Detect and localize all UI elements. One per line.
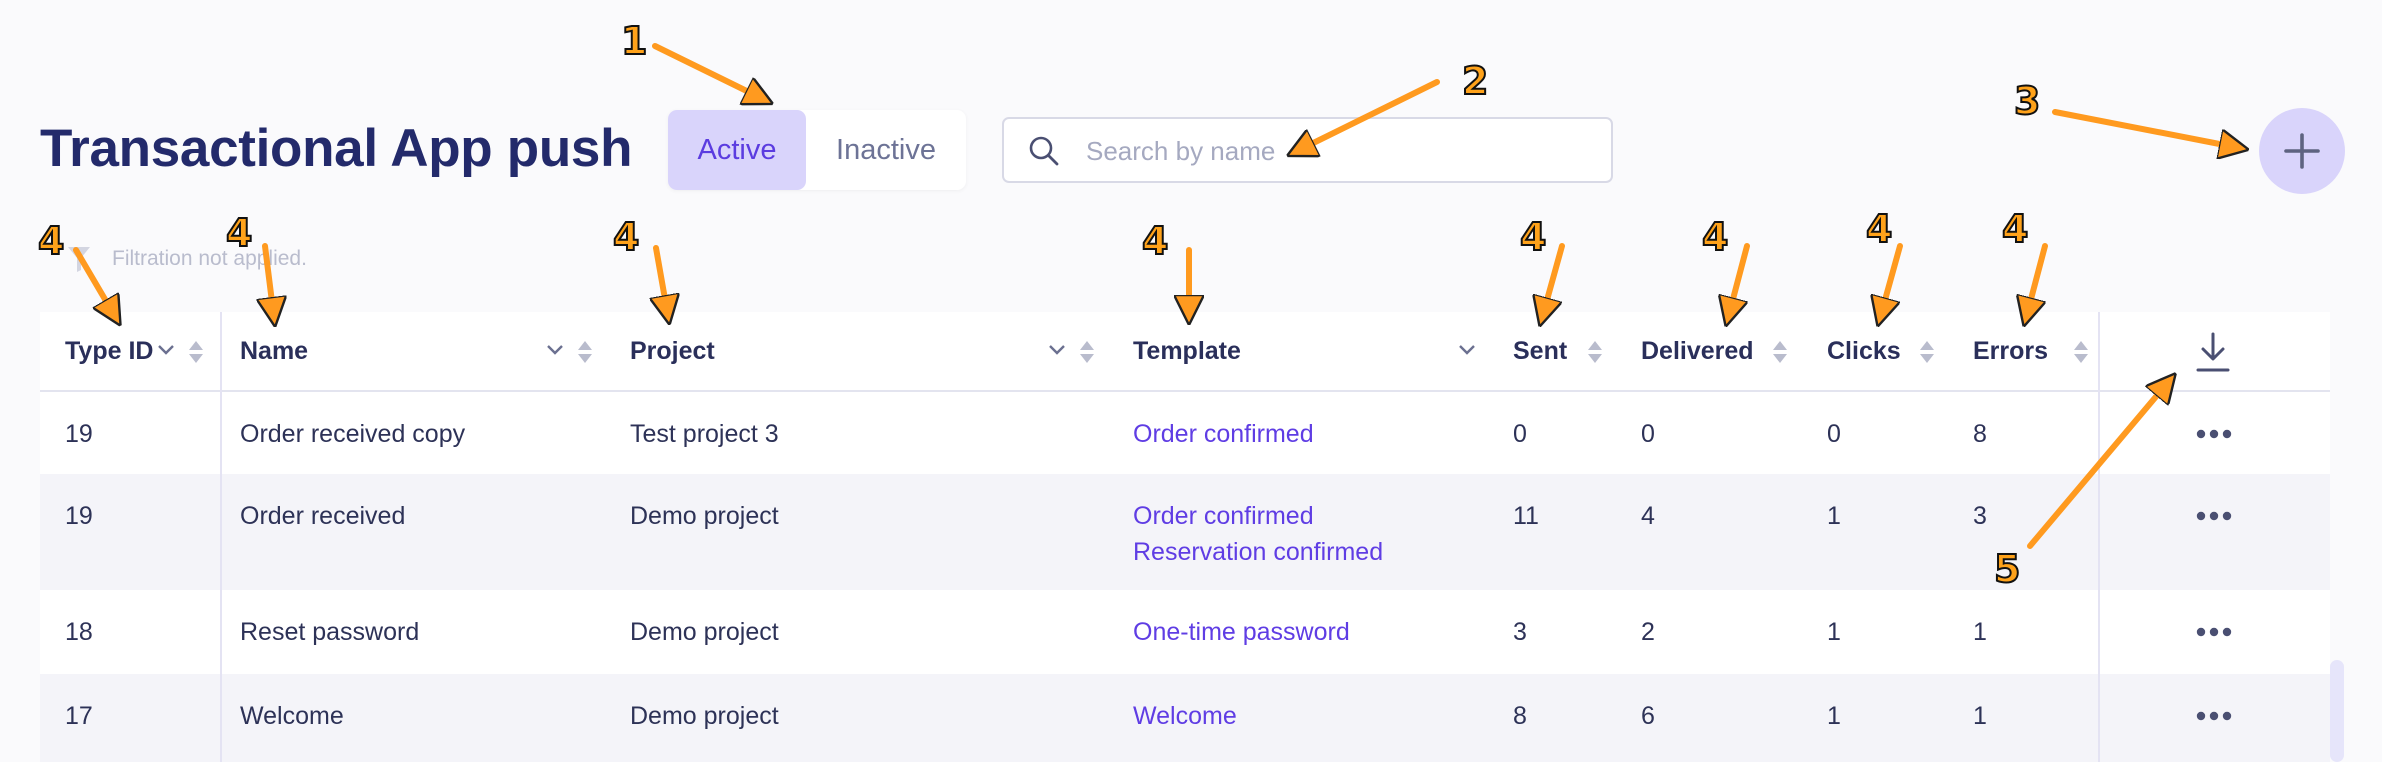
ellipsis-icon[interactable] xyxy=(2196,706,2232,726)
cell-sent: 0 xyxy=(1513,420,1527,448)
cell-project: Demo project xyxy=(630,702,779,730)
cell-name: Reset password xyxy=(240,618,420,646)
search-box xyxy=(1002,117,1613,183)
column-header-template[interactable]: Template xyxy=(1133,312,1241,390)
ellipsis-icon[interactable] xyxy=(2196,622,2232,642)
cell-delivered: 4 xyxy=(1641,502,1655,530)
column-label-errors: Errors xyxy=(1973,336,2049,365)
template-link[interactable]: One-time password xyxy=(1133,614,1350,650)
annotation-number: 4 xyxy=(1865,207,1893,251)
column-label-clicks: Clicks xyxy=(1827,336,1901,365)
column-label-sent: Sent xyxy=(1513,336,1568,365)
sort-arrows-icon[interactable] xyxy=(1917,338,1937,366)
filter-status: Filtration not applied. xyxy=(68,244,307,274)
table-row[interactable]: 18 Reset password Demo project One-time … xyxy=(40,590,2330,674)
ellipsis-icon[interactable] xyxy=(2196,506,2232,526)
cell-errors: 3 xyxy=(1973,502,1987,530)
annotation-number: 4 xyxy=(37,219,65,263)
annotation-number: 2 xyxy=(1461,59,1489,103)
template-link[interactable]: Order confirmed xyxy=(1133,498,1314,534)
cell-project: Demo project xyxy=(630,618,779,646)
cell-name: Welcome xyxy=(240,702,344,730)
table-header: Type ID Name Project Template Sent Deliv… xyxy=(40,312,2330,392)
cell-name: Order received copy xyxy=(240,420,466,448)
cell-type-id: 18 xyxy=(65,618,93,646)
cell-project: Demo project xyxy=(630,502,779,530)
cell-project: Test project 3 xyxy=(630,420,779,448)
cell-type-id: 17 xyxy=(65,702,93,730)
cell-delivered: 6 xyxy=(1641,702,1655,730)
cell-errors: 1 xyxy=(1973,618,1987,646)
sort-arrows-icon[interactable] xyxy=(1585,338,1605,366)
annotation-number: 4 xyxy=(612,215,640,259)
cell-type-id: 19 xyxy=(65,502,93,530)
column-label-delivered: Delivered xyxy=(1641,336,1754,365)
cell-type-id: 19 xyxy=(65,420,93,448)
annotation-number: 4 xyxy=(1701,215,1729,259)
search-input[interactable] xyxy=(1084,129,1588,173)
download-icon[interactable] xyxy=(2195,330,2231,374)
chevron-down-icon[interactable] xyxy=(157,344,175,356)
column-divider xyxy=(2098,312,2100,762)
active-tab[interactable]: Active xyxy=(668,110,806,190)
column-header-clicks[interactable]: Clicks xyxy=(1827,312,1901,390)
sort-arrows-icon[interactable] xyxy=(575,338,595,366)
annotation-number: 5 xyxy=(1993,547,2021,591)
cell-clicks: 1 xyxy=(1827,702,1841,730)
vertical-scrollbar[interactable] xyxy=(2330,660,2344,762)
sort-arrows-icon[interactable] xyxy=(186,338,206,366)
template-link[interactable]: Welcome xyxy=(1133,698,1237,734)
chevron-down-icon[interactable] xyxy=(1048,344,1066,356)
column-label-project: Project xyxy=(630,336,715,365)
column-header-errors[interactable]: Errors xyxy=(1973,312,2048,390)
column-header-delivered[interactable]: Delivered xyxy=(1641,312,1754,390)
cell-clicks: 1 xyxy=(1827,502,1841,530)
plus-icon xyxy=(2284,133,2320,169)
sort-arrows-icon[interactable] xyxy=(1077,338,1097,366)
template-link[interactable]: Reservation confirmed xyxy=(1133,534,1383,570)
ellipsis-icon[interactable] xyxy=(2196,424,2232,444)
inactive-tab[interactable]: Inactive xyxy=(806,110,966,190)
column-header-name[interactable]: Name xyxy=(240,312,308,390)
status-toggle: Active Inactive xyxy=(668,110,966,190)
sort-arrows-icon[interactable] xyxy=(1770,338,1790,366)
annotation-number: 4 xyxy=(1141,219,1169,263)
cell-delivered: 0 xyxy=(1641,420,1655,448)
column-header-sent[interactable]: Sent xyxy=(1513,312,1567,390)
filter-status-text: Filtration not applied. xyxy=(112,247,307,270)
annotation-number: 4 xyxy=(225,211,253,255)
cell-name: Order received xyxy=(240,502,406,530)
add-button[interactable] xyxy=(2259,108,2345,194)
column-label-type-id: Type ID xyxy=(65,336,154,365)
cell-sent: 8 xyxy=(1513,702,1527,730)
table-row[interactable]: 19 Order received copy Test project 3 Or… xyxy=(40,392,2330,474)
search-icon xyxy=(1029,136,1059,166)
funnel-icon[interactable] xyxy=(66,244,92,274)
annotation-number: 3 xyxy=(2013,79,2041,123)
column-header-type-id[interactable]: Type ID xyxy=(65,312,153,390)
cell-sent: 11 xyxy=(1513,502,1539,530)
annotation-number: 4 xyxy=(1519,215,1547,259)
transactional-table: Type ID Name Project Template Sent Deliv… xyxy=(40,312,2330,762)
column-header-project[interactable]: Project xyxy=(630,312,715,390)
page-title: Transactional App push xyxy=(40,119,633,178)
column-label-template: Template xyxy=(1133,336,1241,365)
template-link[interactable]: Order confirmed xyxy=(1133,416,1314,452)
cell-delivered: 2 xyxy=(1641,618,1655,646)
chevron-down-icon[interactable] xyxy=(546,344,564,356)
table-row[interactable]: 17 Welcome Demo project Welcome 8 6 1 1 xyxy=(40,674,2330,762)
sort-arrows-icon[interactable] xyxy=(2071,338,2091,366)
column-label-name: Name xyxy=(240,336,309,365)
cell-clicks: 0 xyxy=(1827,420,1841,448)
table-row[interactable]: 19 Order received Demo project Order con… xyxy=(40,474,2330,590)
cell-errors: 8 xyxy=(1973,420,1987,448)
annotation-number: 4 xyxy=(2001,207,2029,251)
cell-sent: 3 xyxy=(1513,618,1527,646)
cell-errors: 1 xyxy=(1973,702,1987,730)
annotation-number: 1 xyxy=(620,19,648,63)
chevron-down-icon[interactable] xyxy=(1458,344,1476,356)
column-divider xyxy=(220,312,222,762)
cell-clicks: 1 xyxy=(1827,618,1841,646)
